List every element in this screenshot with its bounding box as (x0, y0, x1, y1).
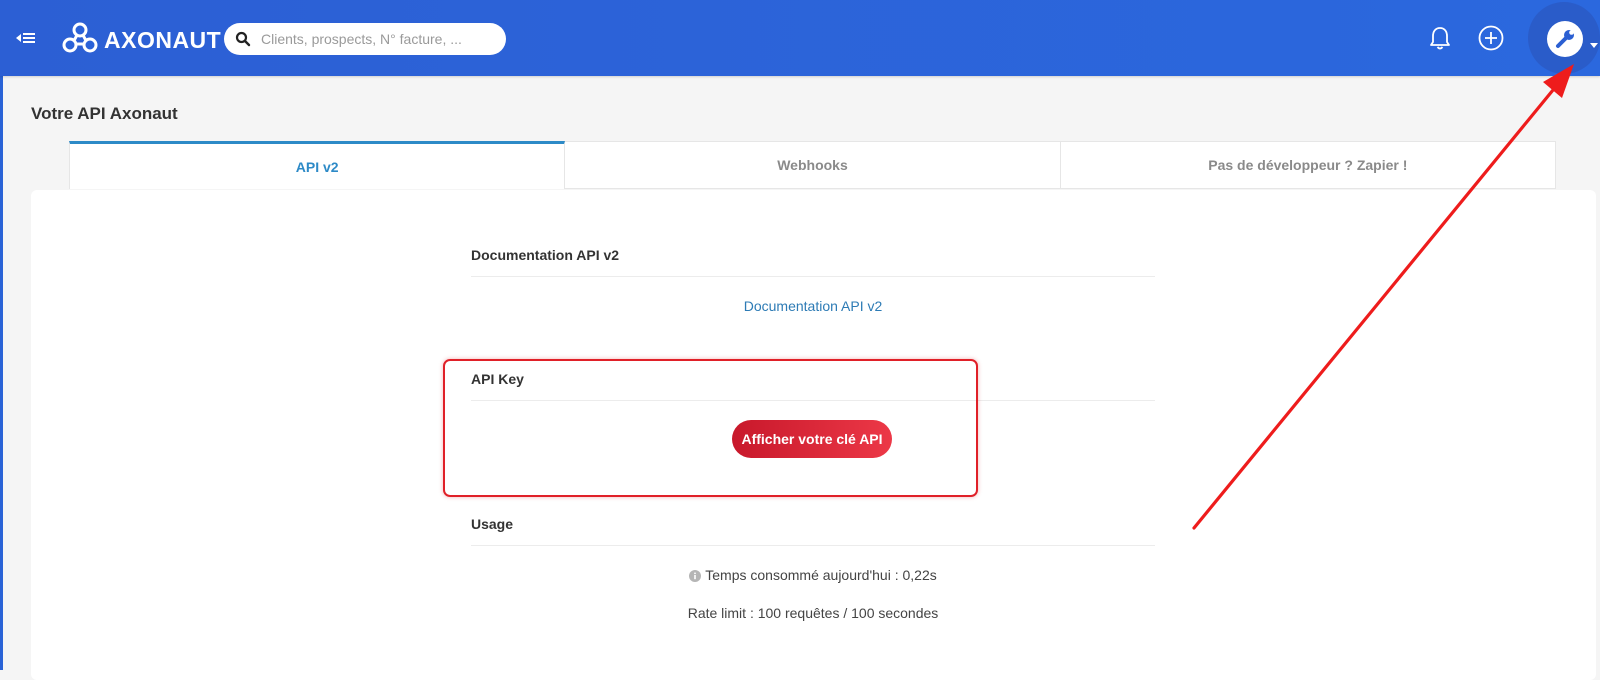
axonaut-logo[interactable]: AXONAUT (62, 22, 221, 59)
top-navigation-bar: AXONAUT (0, 0, 1600, 76)
search-input[interactable] (259, 30, 503, 48)
search-icon (235, 31, 251, 47)
documentation-section: Documentation API v2 (471, 247, 1155, 277)
bell-icon[interactable] (1426, 24, 1454, 52)
settings-tools-button[interactable] (1528, 2, 1600, 74)
window-left-edge (0, 0, 3, 670)
usage-section-title: Usage (471, 516, 1155, 546)
axonaut-logo-icon (62, 22, 98, 59)
documentation-section-title: Documentation API v2 (471, 247, 1155, 277)
info-icon (689, 569, 702, 585)
usage-rate-limit: Rate limit : 100 requêtes / 100 secondes (687, 605, 939, 621)
documentation-link[interactable]: Documentation API v2 (471, 298, 1155, 314)
tab-zapier[interactable]: Pas de développeur ? Zapier ! (1060, 141, 1556, 189)
plus-circle-icon[interactable] (1477, 24, 1505, 52)
page-title: Votre API Axonaut (31, 104, 178, 123)
tab-webhooks[interactable]: Webhooks (565, 141, 1061, 189)
wrench-icon (1547, 21, 1583, 57)
tab-bar: API v2 Webhooks Pas de développeur ? Zap… (69, 141, 1556, 189)
tab-api-v2[interactable]: API v2 (69, 141, 566, 189)
usage-time-text: Temps consommé aujourd'hui : 0,22s (705, 567, 937, 583)
usage-time: Temps consommé aujourd'hui : 0,22s (471, 567, 1155, 585)
logo-text: AXONAUT (104, 27, 222, 53)
global-search[interactable] (224, 23, 506, 55)
annotation-highlight-box (443, 359, 978, 497)
menu-collapse-icon[interactable] (14, 28, 38, 48)
usage-section: Usage (471, 516, 1155, 546)
caret-down-icon (1590, 36, 1598, 54)
